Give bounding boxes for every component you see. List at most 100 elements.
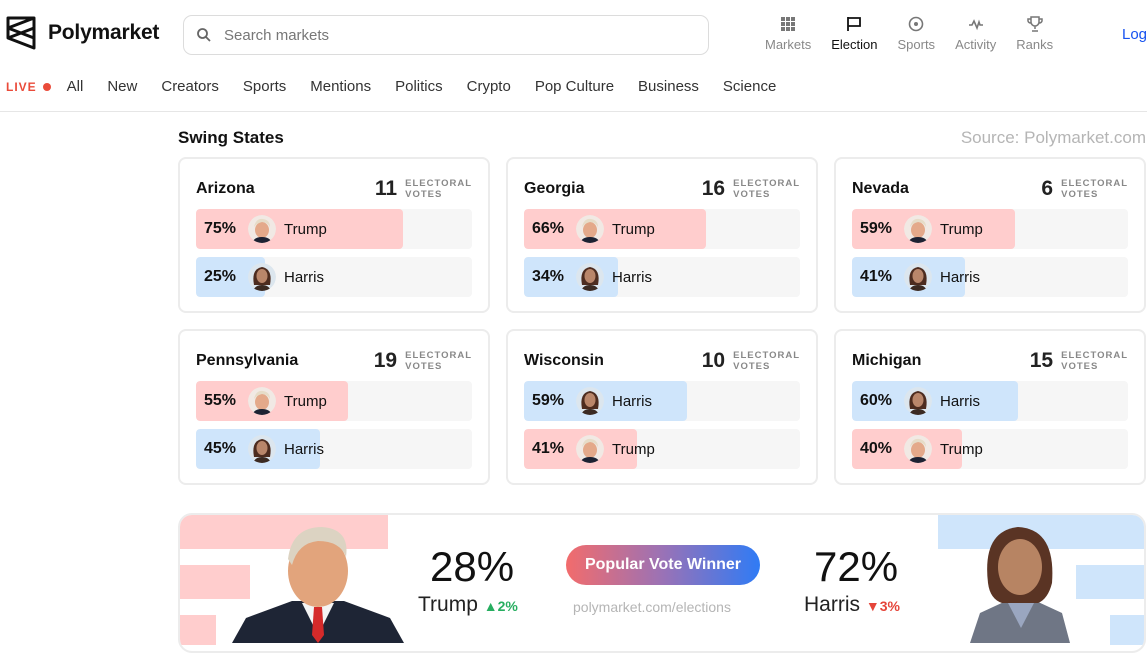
candidate-row-harris[interactable]: 41% Harris bbox=[852, 257, 1128, 297]
card-header: Arizona 11 ELECTORAL VOTES bbox=[196, 175, 472, 203]
brand-name: Polymarket bbox=[48, 21, 160, 44]
ev-label-line: VOTES bbox=[733, 361, 771, 372]
harris-photo bbox=[970, 527, 1070, 643]
category-science[interactable]: Science bbox=[723, 78, 776, 95]
category-mentions[interactable]: Mentions bbox=[310, 78, 371, 95]
card-header: Michigan 15 ELECTORAL VOTES bbox=[852, 347, 1128, 375]
state-card-georgia[interactable]: Georgia 16 ELECTORAL VOTES 66% Trump 34% Harris bbox=[506, 157, 818, 313]
search-icon bbox=[197, 28, 211, 42]
electoral-vote-count: 11 bbox=[374, 177, 398, 200]
probability-pct: 59% bbox=[860, 220, 893, 237]
search-input[interactable] bbox=[224, 26, 664, 44]
trump-avatar bbox=[248, 387, 276, 415]
electoral-vote-count: 16 bbox=[701, 177, 726, 200]
trump-change: ▲2% bbox=[484, 598, 518, 614]
login-link[interactable]: Log bbox=[1122, 26, 1147, 43]
ev-label-line: ELECTORAL bbox=[733, 178, 800, 189]
harris-avatar bbox=[904, 263, 932, 291]
probability-pct: 66% bbox=[532, 220, 565, 237]
electoral-votes: 16 ELECTORAL VOTES bbox=[702, 177, 800, 201]
nav-activity[interactable]: Activity bbox=[955, 16, 996, 52]
category-all[interactable]: All bbox=[67, 78, 84, 95]
harris-avatar bbox=[576, 387, 604, 415]
category-nav: LIVE All New Creators Sports Mentions Po… bbox=[6, 78, 800, 95]
nav-markets[interactable]: Markets bbox=[765, 16, 811, 52]
candidate-row-harris[interactable]: 60% Harris bbox=[852, 381, 1128, 421]
electoral-votes-label: ELECTORAL VOTES bbox=[733, 350, 800, 372]
candidate-name: Harris bbox=[612, 268, 652, 286]
electoral-votes-label: ELECTORAL VOTES bbox=[405, 178, 472, 200]
nav-label: Activity bbox=[955, 37, 997, 52]
row-content: 59% Harris bbox=[524, 381, 800, 421]
section-title: Swing States bbox=[178, 128, 284, 147]
state-name: Nevada bbox=[852, 180, 909, 197]
nav-sports[interactable]: Sports bbox=[897, 16, 935, 52]
row-content: 25% Harris bbox=[196, 257, 472, 297]
nav-election[interactable]: Election bbox=[831, 16, 877, 52]
state-card-wisconsin[interactable]: Wisconsin 10 ELECTORAL VOTES 59% Harris 41% Tru… bbox=[506, 329, 818, 485]
decor-stripe bbox=[1076, 565, 1144, 599]
ev-label-line: VOTES bbox=[1061, 361, 1099, 372]
row-content: 45% Harris bbox=[196, 429, 472, 469]
electoral-votes: 15 ELECTORAL VOTES bbox=[1030, 349, 1128, 373]
flag-icon bbox=[847, 17, 862, 31]
candidate-row-harris[interactable]: 34% Harris bbox=[524, 257, 800, 297]
elections-url[interactable]: polymarket.com/elections bbox=[573, 599, 731, 615]
trump-photo bbox=[232, 527, 404, 643]
state-card-pennsylvania[interactable]: Pennsylvania 19 ELECTORAL VOTES 55% Trump 45% H… bbox=[178, 329, 490, 485]
category-pop-culture[interactable]: Pop Culture bbox=[535, 78, 614, 95]
category-crypto[interactable]: Crypto bbox=[467, 78, 511, 95]
candidate-row-trump[interactable]: 66% Trump bbox=[524, 209, 800, 249]
source-note: Source: Polymarket.com bbox=[960, 128, 1146, 147]
ev-label-line: ELECTORAL bbox=[405, 350, 472, 361]
state-name: Georgia bbox=[524, 180, 585, 197]
live-filter[interactable]: LIVE bbox=[6, 80, 51, 94]
category-politics[interactable]: Politics bbox=[395, 78, 443, 95]
nav-label: Sports bbox=[897, 37, 936, 52]
card-header: Pennsylvania 19 ELECTORAL VOTES bbox=[196, 347, 472, 375]
grid-icon bbox=[781, 17, 796, 31]
popular-vote-banner[interactable]: 28% Trump ▲2% Popular Vote Winner polyma… bbox=[178, 513, 1146, 653]
harris-popular-pct: 72% bbox=[814, 543, 899, 590]
ev-label-line: ELECTORAL bbox=[1061, 178, 1128, 189]
popular-vote-winner-button[interactable]: Popular Vote Winner bbox=[566, 545, 760, 585]
change-value: 3% bbox=[879, 598, 900, 614]
candidate-row-trump[interactable]: 59% Trump bbox=[852, 209, 1128, 249]
candidate-row-trump[interactable]: 75% Trump bbox=[196, 209, 472, 249]
state-card-michigan[interactable]: Michigan 15 ELECTORAL VOTES 60% Harris 40% Trum… bbox=[834, 329, 1146, 485]
candidate-row-trump[interactable]: 41% Trump bbox=[524, 429, 800, 469]
category-new[interactable]: New bbox=[107, 78, 137, 95]
state-name: Michigan bbox=[852, 352, 922, 369]
nav-ranks[interactable]: Ranks bbox=[1016, 16, 1053, 52]
probability-pct: 55% bbox=[204, 392, 237, 409]
nav-label: Ranks bbox=[1016, 37, 1054, 52]
category-business[interactable]: Business bbox=[638, 78, 699, 95]
trump-avatar bbox=[904, 435, 932, 463]
candidate-name: Trump bbox=[284, 220, 327, 238]
decor-stripe bbox=[180, 615, 216, 645]
probability-pct: 25% bbox=[204, 268, 237, 285]
logo[interactable]: Polymarket bbox=[6, 16, 159, 50]
state-card-arizona[interactable]: Arizona 11 ELECTORAL VOTES 75% Trump 25% Harris bbox=[178, 157, 490, 313]
candidate-row-harris[interactable]: 59% Harris bbox=[524, 381, 800, 421]
activity-icon bbox=[968, 19, 983, 31]
candidate-row-harris[interactable]: 25% Harris bbox=[196, 257, 472, 297]
candidate-row-trump[interactable]: 40% Trump bbox=[852, 429, 1128, 469]
candidate-name: Harris bbox=[940, 268, 980, 286]
candidate-row-trump[interactable]: 55% Trump bbox=[196, 381, 472, 421]
probability-pct: 45% bbox=[204, 440, 237, 457]
search-bar[interactable] bbox=[183, 15, 709, 55]
ev-label-line: VOTES bbox=[1061, 189, 1099, 200]
card-header: Nevada 6 ELECTORAL VOTES bbox=[852, 175, 1128, 203]
harris-popular-label: Harris ▼3% bbox=[804, 593, 900, 617]
category-sports[interactable]: Sports bbox=[243, 78, 286, 95]
category-creators[interactable]: Creators bbox=[161, 78, 219, 95]
trump-avatar bbox=[576, 215, 604, 243]
state-name: Pennsylvania bbox=[196, 352, 299, 369]
candidate-name: Harris bbox=[612, 392, 652, 410]
candidate-row-harris[interactable]: 45% Harris bbox=[196, 429, 472, 469]
swing-state-grid: Arizona 11 ELECTORAL VOTES 75% Trump 25% Harris… bbox=[178, 157, 1146, 485]
electoral-votes: 6 ELECTORAL VOTES bbox=[1041, 177, 1128, 201]
state-card-nevada[interactable]: Nevada 6 ELECTORAL VOTES 59% Trump 41% Harris bbox=[834, 157, 1146, 313]
probability-pct: 60% bbox=[860, 392, 893, 409]
